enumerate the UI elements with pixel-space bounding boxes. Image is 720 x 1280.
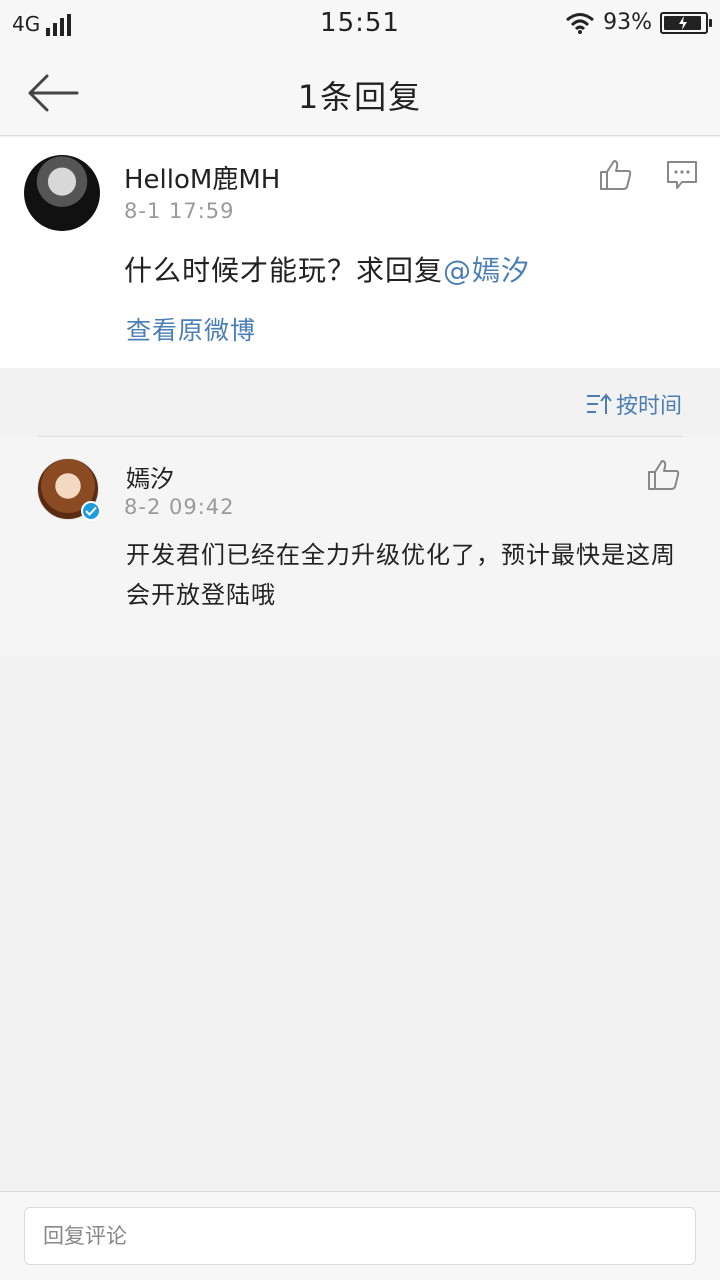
nav-bar: 1条回复 bbox=[0, 50, 720, 136]
status-right: 93% bbox=[565, 10, 712, 35]
like-button[interactable] bbox=[598, 157, 634, 193]
reply-username[interactable]: 嫣汐 bbox=[126, 459, 174, 494]
view-original-link[interactable]: 查看原微博 bbox=[126, 311, 256, 347]
mention-link[interactable]: @嫣汐 bbox=[443, 254, 530, 287]
reply-bar bbox=[0, 1191, 720, 1280]
charging-icon bbox=[678, 15, 687, 30]
status-bar: 4G 15:51 93% bbox=[0, 0, 720, 50]
original-comment: HelloM鹿MH 8-1 17:59 什么时候才能玩？求回复@嫣汐 查看原微博 bbox=[0, 137, 720, 368]
reply-input[interactable] bbox=[24, 1207, 696, 1265]
comment-text: 什么时候才能玩？求回复@嫣汐 bbox=[124, 249, 530, 289]
battery-icon bbox=[660, 11, 712, 34]
reply-timestamp: 8-2 09:42 bbox=[124, 495, 235, 519]
reply-like-button[interactable] bbox=[646, 457, 682, 493]
empty-area bbox=[0, 655, 720, 1191]
thumbs-up-icon bbox=[648, 460, 680, 490]
avatar[interactable] bbox=[24, 155, 100, 231]
comment-username[interactable]: HelloM鹿MH bbox=[124, 159, 280, 196]
comment-icon bbox=[667, 161, 697, 189]
battery-percent: 93% bbox=[603, 10, 652, 35]
battery-fill bbox=[664, 15, 702, 30]
sort-row: 按时间 bbox=[0, 368, 720, 436]
comment-body: 什么时候才能玩？求回复 bbox=[124, 254, 444, 287]
reply-text: 开发君们已经在全力升级优化了，预计最快是这周会开放登陆哦 bbox=[126, 541, 676, 609]
page-title: 1条回复 bbox=[297, 78, 423, 116]
thumbs-up-icon bbox=[600, 160, 632, 190]
comment-button[interactable] bbox=[664, 157, 700, 193]
reply-item: 嫣汐 8-2 09:42 开发君们已经在全力升级优化了，预计最快是这周会开放登陆… bbox=[0, 437, 720, 655]
verified-badge-icon bbox=[81, 501, 101, 521]
wifi-icon bbox=[566, 12, 595, 34]
sort-icon bbox=[586, 393, 612, 414]
sort-label: 按时间 bbox=[615, 394, 682, 419]
sort-button[interactable]: 按时间 bbox=[586, 388, 682, 420]
comment-timestamp: 8-1 17:59 bbox=[124, 199, 235, 223]
